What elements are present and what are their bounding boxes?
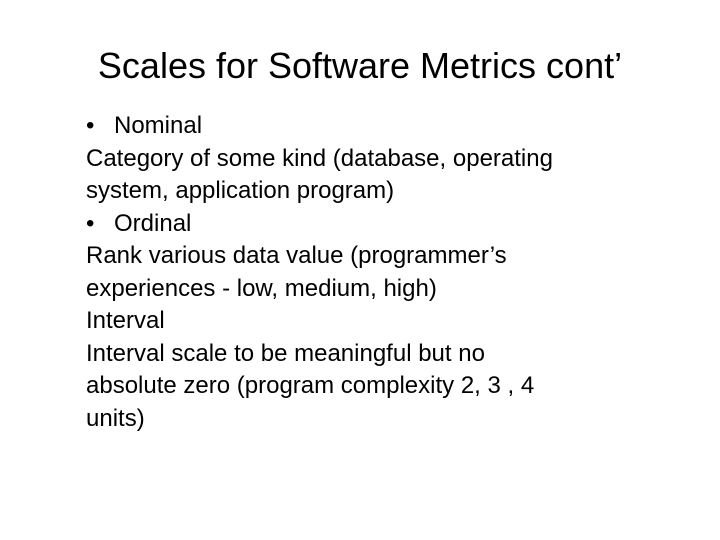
slide-title: Scales for Software Metrics cont’ bbox=[97, 45, 623, 86]
bullet-icon: • bbox=[86, 112, 95, 139]
bullet-icon: • bbox=[86, 209, 95, 237]
nominal-heading: Nominal bbox=[114, 112, 203, 139]
interval-description-line-3: units) bbox=[86, 404, 145, 432]
ordinal-description-line-1: Rank various data value (programmer’s bbox=[86, 242, 507, 269]
interval-heading: Interval bbox=[86, 307, 165, 334]
slide-body: • Nominal Category of some kind (database… bbox=[86, 110, 686, 435]
bullet-item-ordinal: • Ordinal bbox=[86, 208, 686, 241]
nominal-description-line-1: Category of some kind (database, operati… bbox=[86, 144, 553, 172]
bullet-item-nominal: • Nominal bbox=[86, 110, 686, 143]
nominal-description-line-2: system, application program) bbox=[86, 177, 395, 204]
slide: Scales for Software Metrics cont’ • Nomin… bbox=[0, 0, 720, 540]
interval-description-line-2: absolute zero (program complexity 2, 3 ,… bbox=[86, 372, 535, 399]
ordinal-heading: Ordinal bbox=[114, 209, 192, 237]
interval-description-line-1: Interval scale to be meaningful but no bbox=[86, 339, 485, 367]
ordinal-description-line-2: experiences - low, medium, high) bbox=[86, 274, 437, 302]
